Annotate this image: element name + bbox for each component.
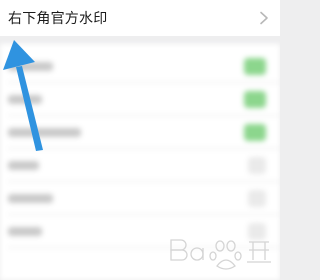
setting-label-blurred (8, 62, 53, 71)
toggle-switch[interactable] (248, 157, 266, 174)
watermark-setting-row[interactable]: 右下角官方水印 (0, 0, 280, 36)
toggle-switch[interactable] (244, 124, 266, 141)
section-gap (0, 36, 280, 44)
row-divider (8, 247, 280, 248)
setting-label-blurred (8, 95, 42, 104)
setting-label-blurred (8, 227, 42, 236)
settings-row[interactable] (0, 83, 280, 116)
toggle-switch[interactable] (248, 190, 266, 207)
settings-row[interactable] (0, 215, 280, 248)
settings-row[interactable] (0, 50, 280, 83)
watermark-setting-label: 右下角官方水印 (8, 11, 108, 27)
settings-row[interactable] (0, 116, 280, 149)
toggle-switch[interactable] (244, 91, 266, 108)
setting-label-blurred (8, 161, 39, 170)
toggle-switch[interactable] (244, 58, 266, 75)
setting-label-blurred (8, 128, 81, 137)
toggle-switch[interactable] (248, 223, 266, 240)
setting-label-blurred (8, 194, 53, 203)
chevron-right-icon (260, 11, 268, 25)
settings-row[interactable] (0, 182, 280, 215)
settings-row[interactable] (0, 149, 280, 182)
settings-screen: 右下角官方水印 (0, 0, 280, 280)
blurred-settings-list (0, 44, 280, 280)
